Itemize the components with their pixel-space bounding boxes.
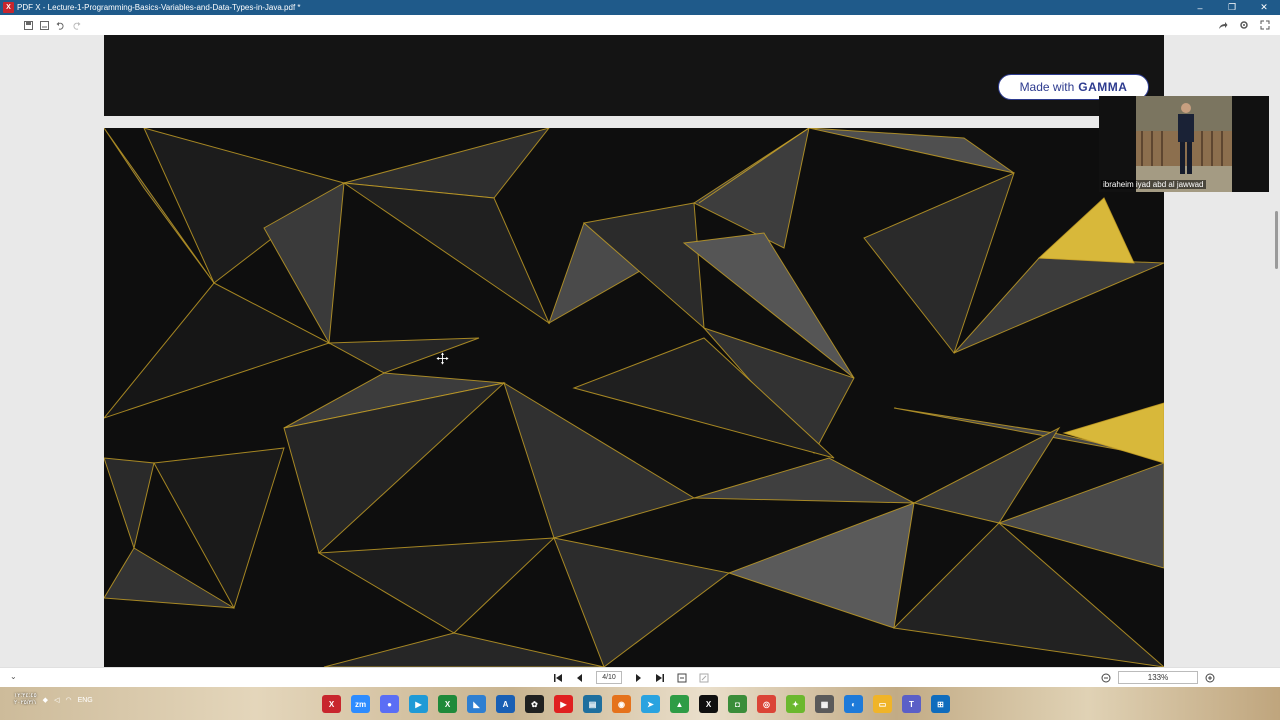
- document-canvas[interactable]: Made with GAMMA: [0, 35, 1280, 667]
- share-icon[interactable]: [1218, 20, 1228, 30]
- settings-icon[interactable]: [1239, 20, 1249, 30]
- volume-icon[interactable]: ◁: [54, 696, 59, 704]
- telegram-desktop-icon[interactable]: ▶: [409, 695, 428, 713]
- save-icon[interactable]: [23, 20, 33, 30]
- clock-date: ٢٠٢٥/٣/١: [14, 700, 37, 706]
- colorful-app-icon[interactable]: ◉: [612, 695, 631, 713]
- geometric-background-image: [104, 128, 1164, 667]
- page-number-field[interactable]: 4/10: [596, 671, 622, 684]
- zoom-in-icon[interactable]: [1204, 672, 1216, 684]
- previous-page-icon[interactable]: [574, 672, 586, 684]
- participant-video: [1136, 96, 1232, 192]
- app-store-icon[interactable]: A: [496, 695, 515, 713]
- zoom-level-field[interactable]: 133%: [1118, 671, 1198, 684]
- badge-brand: GAMMA: [1078, 80, 1128, 94]
- wifi-icon[interactable]: ◠: [65, 696, 71, 704]
- title-bar: X PDF X - Lecture-1-Programming-Basics-V…: [0, 0, 1280, 15]
- maps-icon[interactable]: ◘: [728, 695, 747, 713]
- quick-toolbar: [0, 15, 1280, 35]
- move-cursor-icon: [435, 351, 450, 366]
- terminal-icon[interactable]: ▤: [583, 695, 602, 713]
- google-drive-icon[interactable]: ▲: [670, 695, 689, 713]
- first-page-icon[interactable]: [552, 672, 564, 684]
- close-button[interactable]: ✕: [1248, 0, 1280, 15]
- chrome-icon[interactable]: ◎: [757, 695, 776, 713]
- window-title: PDF X - Lecture-1-Programming-Basics-Var…: [17, 3, 301, 12]
- network-icon[interactable]: ◆: [43, 696, 48, 704]
- chevron-down-icon[interactable]: ⌄: [10, 672, 17, 681]
- participant-name: ibraheim iyad abd al jawwad: [1101, 180, 1206, 189]
- minimize-button[interactable]: –: [1184, 0, 1216, 15]
- maximize-button[interactable]: ❐: [1216, 0, 1248, 15]
- badge-prefix: Made with: [1019, 80, 1075, 94]
- page-view-icon[interactable]: [676, 672, 688, 684]
- shield-app-icon[interactable]: ●: [380, 695, 399, 713]
- last-page-icon[interactable]: [654, 672, 666, 684]
- telegram-icon[interactable]: ➤: [641, 695, 660, 713]
- pdf-x-app-icon[interactable]: X: [322, 695, 341, 713]
- windows-taskbar: ١٢:٣٤:٤٥ ٢٠٢٥/٣/١ ◆ ◁ ◠ ENG X zm ● ▶ X ◣…: [0, 687, 1280, 720]
- windows-store-icon[interactable]: ⊞: [931, 695, 950, 713]
- android-studio-icon[interactable]: ✦: [786, 695, 805, 713]
- save-as-icon[interactable]: [39, 20, 49, 30]
- zoom-app-icon[interactable]: zm: [351, 695, 370, 713]
- edit-page-icon[interactable]: [698, 672, 710, 684]
- pinned-apps: X zm ● ▶ X ◣ A ✿ ▶ ▤ ◉ ➤ ▲ X ◘ ◎ ✦ ▦ ◐ ▭…: [322, 695, 950, 713]
- pdf-x-app-icon: X: [3, 2, 14, 13]
- file-explorer-icon[interactable]: ▭: [873, 695, 892, 713]
- youtube-icon[interactable]: ▶: [554, 695, 573, 713]
- slide-page-4: [104, 128, 1164, 667]
- video-call-overlay[interactable]: ibraheim iyad abd al jawwad: [1099, 96, 1269, 192]
- vscode-app-icon[interactable]: ◣: [467, 695, 486, 713]
- excel-app-icon[interactable]: X: [438, 695, 457, 713]
- zoom-out-icon[interactable]: [1100, 672, 1112, 684]
- vertical-scrollbar[interactable]: [1275, 211, 1278, 269]
- system-tray: ١٢:٣٤:٤٥ ٢٠٢٥/٣/١ ◆ ◁ ◠ ENG: [14, 693, 93, 707]
- x-twitter-icon[interactable]: X: [699, 695, 718, 713]
- language-indicator[interactable]: ENG: [78, 697, 93, 704]
- teams-icon[interactable]: T: [902, 695, 921, 713]
- page-navigation-bar: ⌄ 4/10 133%: [0, 667, 1280, 687]
- undo-icon[interactable]: [55, 20, 65, 30]
- fullscreen-icon[interactable]: [1260, 20, 1270, 30]
- next-page-icon[interactable]: [632, 672, 644, 684]
- clock-time: ١٢:٣٤:٤٥: [14, 693, 37, 699]
- edge-icon[interactable]: ◐: [844, 695, 863, 713]
- redo-icon[interactable]: [71, 20, 81, 30]
- calculator-icon[interactable]: ▦: [815, 695, 834, 713]
- taskbar-clock[interactable]: ١٢:٣٤:٤٥ ٢٠٢٥/٣/١: [14, 693, 37, 707]
- chatgpt-icon[interactable]: ✿: [525, 695, 544, 713]
